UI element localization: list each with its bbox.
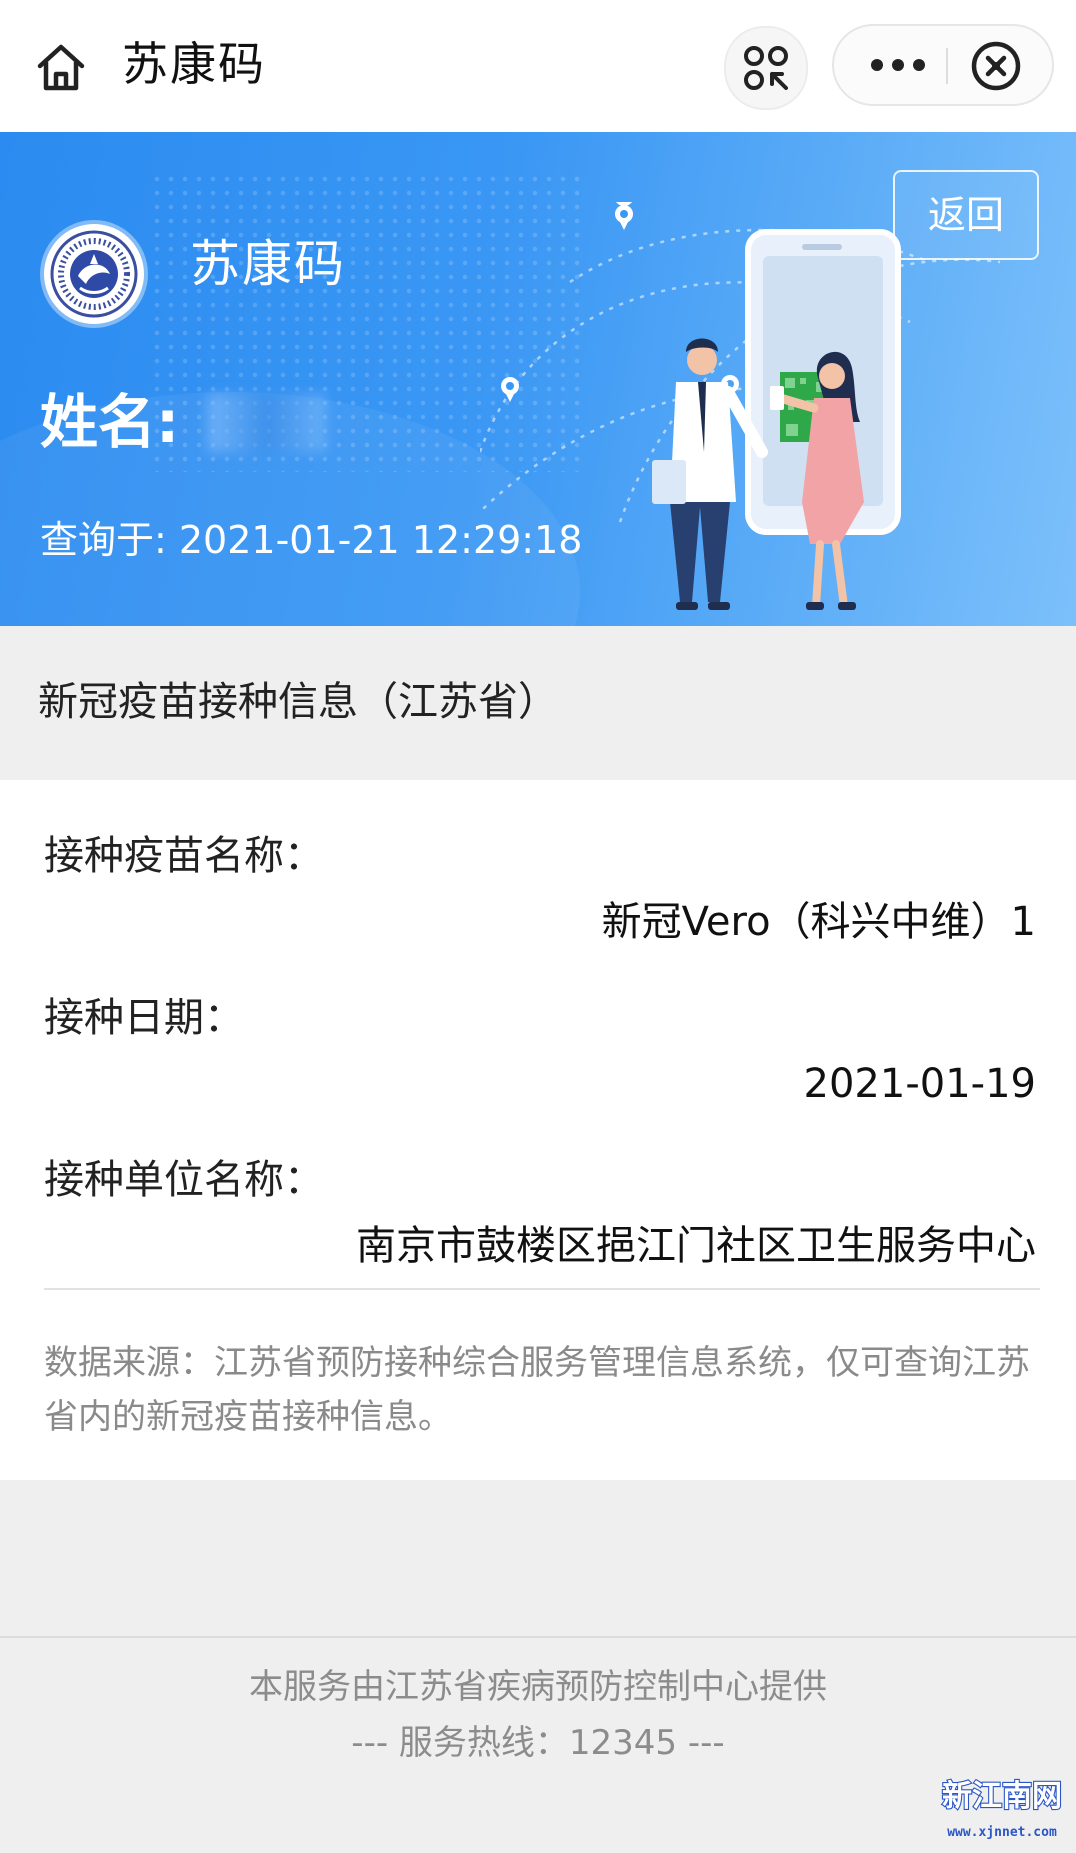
capsule-divider <box>946 48 948 84</box>
data-source-note: 数据来源：江苏省预防接种综合服务管理信息系统，仅可查询江苏省内的新冠疫苗接种信息… <box>44 1343 1030 1437</box>
vaccination-date-label: 接种日期： <box>44 995 244 1041</box>
footer-divider <box>0 1636 1076 1638</box>
mini-program-capsule <box>832 24 1054 106</box>
name-label: 姓名: <box>40 388 180 456</box>
site-watermark-logo: 新江南网 www.xjnnet.com <box>941 1778 1063 1840</box>
more-icon <box>871 59 925 71</box>
home-icon[interactable] <box>34 40 88 94</box>
card-divider <box>44 1288 1040 1290</box>
top-navigation-bar: 苏康码 <box>0 0 1076 132</box>
svg-text:www.xjnnet.com: www.xjnnet.com <box>947 1825 1057 1840</box>
vaccination-illustration <box>480 202 1001 610</box>
cdc-emblem-icon <box>44 224 144 324</box>
location-pin-icon <box>615 202 633 230</box>
scan-button[interactable] <box>724 26 808 110</box>
service-hotline-text: --- 服务热线：12345 --- <box>351 1723 725 1763</box>
scan-icon <box>744 46 788 90</box>
section-header: 新冠疫苗接种信息（江苏省） <box>0 626 1076 780</box>
vaccination-info-card: 接种疫苗名称： 新冠Vero（科兴中维）1 接种日期： 2021-01-19 接… <box>0 780 1076 1480</box>
more-button[interactable] <box>858 26 938 104</box>
vaccine-name-value: 新冠Vero（科兴中维）1 <box>601 899 1036 945</box>
svg-text:新江南网: 新江南网 <box>942 1779 1062 1814</box>
vaccination-site-value: 南京市鼓楼区挹江门社区卫生服务中心 <box>356 1223 1036 1269</box>
redacted-name <box>208 394 326 452</box>
vaccine-name-label: 接种疫苗名称： <box>44 833 324 879</box>
health-code-banner: 苏康码 姓名: 查询于: 2021-01-21 12:29:18 返回 <box>0 132 1076 626</box>
service-provider-text: 本服务由江苏省疾病预防控制中心提供 <box>249 1667 827 1707</box>
banner-title: 苏康码 <box>190 235 346 293</box>
section-title: 新冠疫苗接种信息（江苏省） <box>38 679 558 725</box>
vaccination-site-label: 接种单位名称： <box>44 1157 324 1203</box>
app-title: 苏康码 <box>122 37 266 91</box>
close-icon <box>971 41 1021 91</box>
vaccination-date-value: 2021-01-19 <box>803 1061 1036 1107</box>
close-button[interactable] <box>970 40 1022 92</box>
